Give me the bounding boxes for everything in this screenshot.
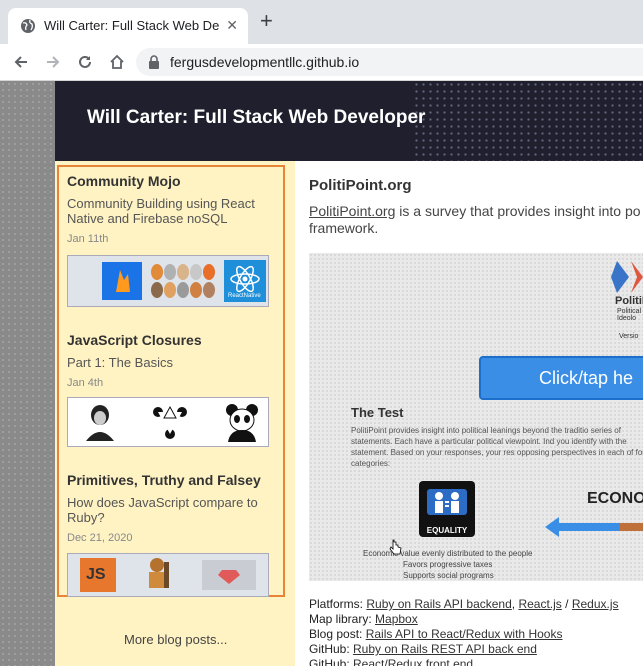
post-subtitle: Part 1: The Basics <box>67 355 173 370</box>
arrow-right-icon <box>47 56 60 68</box>
politipoint-logo-icon <box>611 261 643 293</box>
url-text: fergusdevelopmentllc.github.io <box>170 54 360 70</box>
post-date: Jan 11th <box>67 233 109 245</box>
github-label: GitHub: <box>309 642 354 656</box>
blog-post-list: Community Mojo Community Building using … <box>57 165 285 597</box>
site-title[interactable]: Will Carter: Full Stack Web Developer <box>87 107 425 129</box>
equality-label: EQUALITY <box>426 526 468 535</box>
arrow-left-icon <box>14 56 27 68</box>
project-links: Platforms: Ruby on Rails API backend, Re… <box>309 597 643 666</box>
post-thumbnail-community-mojo[interactable]: ReactNative <box>67 255 269 307</box>
forward-button[interactable] <box>42 51 64 73</box>
page-background-gutter <box>0 81 55 666</box>
blog-post-community-mojo[interactable]: Community Mojo Community Building using … <box>67 173 277 245</box>
main-content: PolitiPoint.org PolitiPoint.org is a sur… <box>295 161 643 666</box>
github-frontend-link[interactable]: React/Redux front end <box>353 657 473 666</box>
platforms-row: Platforms: Ruby on Rails API backend, Re… <box>309 597 643 612</box>
reload-button[interactable] <box>74 51 96 73</box>
reactjs-link[interactable]: React.js <box>518 597 561 611</box>
separator: / <box>561 597 572 611</box>
politipoint-link[interactable]: PolitiPoint.org <box>309 203 395 219</box>
js-label: JS <box>86 566 106 583</box>
site-header: Will Carter: Full Stack Web Developer <box>55 81 643 161</box>
header-dot-pattern <box>413 81 643 161</box>
new-tab-button[interactable]: + <box>260 10 273 32</box>
address-bar[interactable]: fergusdevelopmentllc.github.io <box>136 48 643 76</box>
more-blog-posts-link[interactable]: More blog posts... <box>124 632 227 647</box>
firebase-icon <box>102 262 142 300</box>
blog-post-link[interactable]: Rails API to React/Redux with Hooks <box>366 627 563 641</box>
screenshot-click-label: Click/tap he <box>539 368 634 388</box>
double-arrow-icon <box>545 517 643 537</box>
project-title: PolitiPoint.org <box>309 177 412 194</box>
rails-api-link[interactable]: Ruby on Rails API backend <box>366 597 511 611</box>
home-icon <box>110 54 124 69</box>
globe-icon <box>21 19 35 33</box>
screenshot-version: Versio <box>619 333 639 340</box>
github-frontend-row: GitHub: React/Redux front end <box>309 657 643 666</box>
react-icon: ReactNative <box>224 260 266 302</box>
mouse-cursor-icon <box>389 539 402 555</box>
kanizsa-triangle-icon <box>153 405 187 439</box>
reload-icon <box>79 55 91 68</box>
tab-title: Will Carter: Full Stack Web De <box>44 18 220 33</box>
screenshot-econ-label: ECONO <box>587 490 643 507</box>
post-title[interactable]: JavaScript Closures <box>67 332 277 348</box>
github-backend-link[interactable]: Ruby on Rails REST API back end <box>353 642 537 656</box>
github-label: GitHub: <box>309 657 354 666</box>
reduxjs-link[interactable]: Redux.js <box>572 597 619 611</box>
close-tab-icon[interactable]: ✕ <box>226 17 238 34</box>
screenshot-test-title: The Test <box>351 405 404 420</box>
post-subtitle: Community Building using React Native an… <box>67 196 255 226</box>
eggs-icon <box>150 262 220 300</box>
screenshot-brand: PolitiPoin <box>615 295 643 307</box>
blog-post-primitives[interactable]: Primitives, Truthy and Falsey How does J… <box>67 472 277 544</box>
screenshot-brand-subtitle: Political Ideolo <box>617 308 642 322</box>
intro-text: is a survey that provides insight into p… <box>395 203 641 219</box>
lock-icon <box>149 55 159 69</box>
screenshot-caption-2: Favors progressive taxes <box>403 560 493 569</box>
web-page: Will Carter: Full Stack Web Developer Co… <box>0 81 643 666</box>
platforms-label: Platforms: <box>309 597 367 611</box>
browser-tab[interactable]: Will Carter: Full Stack Web De ✕ <box>8 8 248 44</box>
react-native-label: ReactNative <box>228 293 261 299</box>
javascript-logo-icon: JS <box>80 558 116 592</box>
screenshot-test-body: PolitiPoint provides insight into politi… <box>351 426 643 468</box>
equality-icon: EQUALITY <box>419 481 475 537</box>
post-subtitle: How does JavaScript compare to Ruby? <box>67 495 258 525</box>
map-library-row: Map library: Mapbox <box>309 612 643 627</box>
map-label: Map library: <box>309 612 376 626</box>
post-title[interactable]: Community Mojo <box>67 173 277 189</box>
browser-toolbar: fergusdevelopmentllc.github.io <box>0 44 643 81</box>
post-thumbnail-javascript-closures[interactable] <box>67 397 269 447</box>
mapbox-link[interactable]: Mapbox <box>375 612 418 626</box>
ruby-gem-icon <box>202 560 256 590</box>
panda-icon <box>226 404 258 442</box>
intro-text-line2: framework. <box>309 220 379 236</box>
blog-label: Blog post: <box>309 627 366 641</box>
caveman-icon <box>149 558 169 588</box>
screenshot-caption-3: Supports social programs <box>403 571 494 580</box>
project-screenshot[interactable]: PolitiPoin Political Ideolo Versio Click… <box>309 253 643 581</box>
post-title[interactable]: Primitives, Truthy and Falsey <box>67 472 277 488</box>
lincoln-portrait-icon <box>86 405 114 441</box>
github-backend-row: GitHub: Ruby on Rails REST API back end <box>309 642 643 657</box>
screenshot-click-button: Click/tap he <box>479 356 643 400</box>
back-button[interactable] <box>10 51 32 73</box>
post-thumbnail-primitives[interactable]: JS <box>67 553 269 597</box>
post-date: Dec 21, 2020 <box>67 532 133 544</box>
browser-tab-bar: Will Carter: Full Stack Web De ✕ + <box>0 0 643 44</box>
home-button[interactable] <box>106 51 128 73</box>
blog-post-row: Blog post: Rails API to React/Redux with… <box>309 627 643 642</box>
post-date: Jan 4th <box>67 377 104 389</box>
blog-post-javascript-closures[interactable]: JavaScript Closures Part 1: The Basics J… <box>67 332 277 389</box>
project-intro: PolitiPoint.org is a survey that provide… <box>309 203 643 237</box>
